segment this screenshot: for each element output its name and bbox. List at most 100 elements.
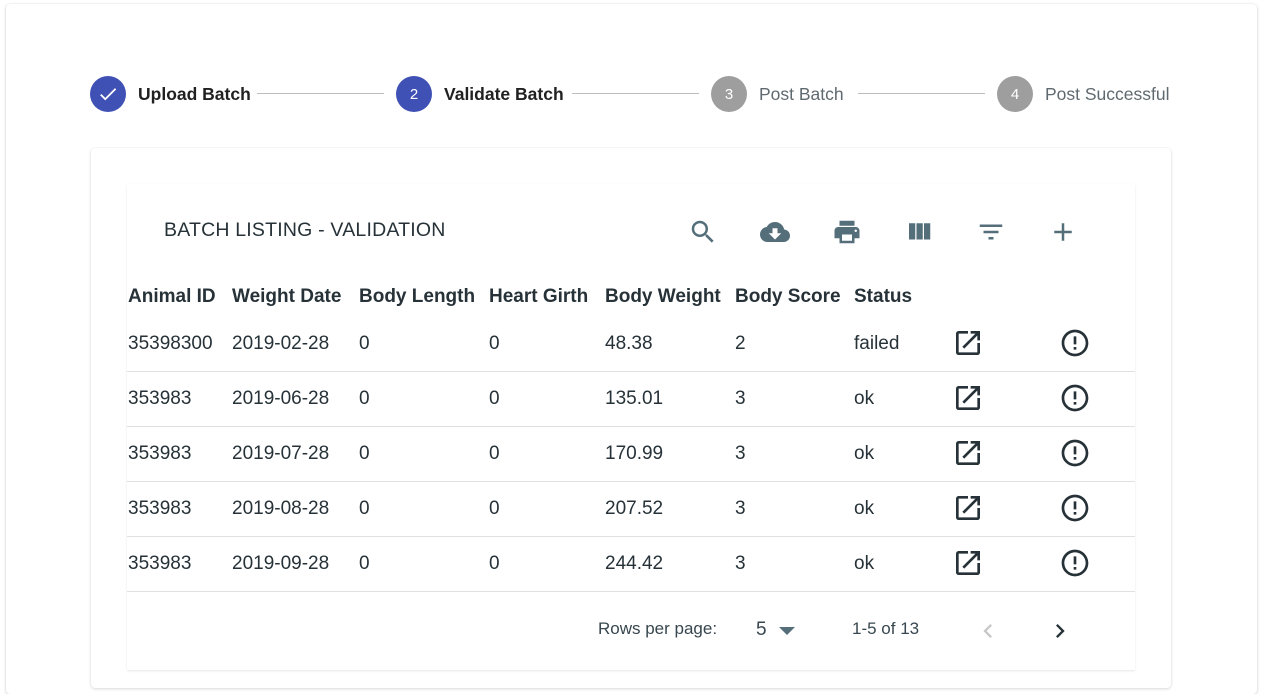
table-row[interactable]: 353983 2019-06-28 0 0 135.01 3 ok — [127, 371, 1135, 427]
cell-heart-girth: 0 — [489, 333, 500, 354]
rows-per-page-label: Rows per page: — [598, 619, 718, 638]
cell-weight-date: 2019-08-28 — [232, 498, 330, 519]
next-page-button[interactable] — [1045, 616, 1075, 646]
column-header-body-length[interactable]: Body Length — [359, 286, 475, 308]
print-button[interactable] — [827, 212, 867, 252]
cell-weight-date: 2019-02-28 — [232, 333, 330, 354]
open-in-new-icon — [956, 496, 980, 520]
add-button[interactable] — [1043, 212, 1083, 252]
step-number: 2 — [396, 76, 432, 112]
table-row[interactable]: 353983 2019-08-28 0 0 207.52 3 ok — [127, 481, 1135, 537]
error-outline-icon — [1061, 329, 1089, 357]
cell-animal-id: 353983 — [128, 388, 192, 409]
column-header-animal-id[interactable]: Animal ID — [128, 286, 216, 308]
arrow-drop-down-icon — [778, 627, 795, 635]
step-number: 3 — [711, 76, 747, 112]
column-header-status[interactable]: Status — [854, 286, 912, 308]
table-row[interactable]: 353983 2019-07-28 0 0 170.99 3 ok — [127, 426, 1135, 482]
filter-button[interactable] — [971, 212, 1011, 252]
row-error-button[interactable] — [1059, 437, 1091, 469]
cloud-download-icon — [760, 222, 790, 242]
cell-body-weight: 244.42 — [605, 553, 664, 574]
row-error-button[interactable] — [1059, 327, 1091, 359]
column-header-heart-girth[interactable]: Heart Girth — [489, 286, 588, 308]
step-upload-batch[interactable]: Upload Batch — [90, 76, 251, 112]
open-row-button[interactable] — [952, 547, 984, 579]
chevron-left-icon — [983, 624, 992, 638]
cell-animal-id: 353983 — [128, 553, 192, 574]
row-error-button[interactable] — [1059, 547, 1091, 579]
search-icon — [691, 220, 714, 243]
filter-list-icon — [979, 224, 1003, 240]
rows-per-page-select[interactable]: 5 — [756, 616, 795, 644]
error-outline-icon — [1061, 439, 1089, 467]
open-in-new-icon — [956, 551, 980, 575]
step-validate-batch[interactable]: 2 Validate Batch — [396, 76, 564, 112]
view-columns-button[interactable] — [899, 212, 939, 252]
row-error-button[interactable] — [1059, 382, 1091, 414]
table-row[interactable]: 35398300 2019-02-28 0 0 48.38 2 failed — [127, 316, 1135, 372]
step-connector — [858, 93, 985, 94]
view-column-icon — [909, 223, 931, 240]
cell-body-score: 2 — [735, 333, 746, 354]
open-row-button[interactable] — [952, 382, 984, 414]
search-button[interactable] — [683, 212, 723, 252]
step-label: Post Successful — [1045, 83, 1170, 104]
step-connector — [572, 93, 699, 94]
cell-body-weight: 170.99 — [605, 443, 664, 464]
download-button[interactable] — [755, 212, 795, 252]
table-title: BATCH LISTING - VALIDATION — [164, 219, 446, 241]
open-in-new-icon — [956, 386, 980, 410]
cell-body-weight: 207.52 — [605, 498, 664, 519]
cell-body-length: 0 — [359, 443, 370, 464]
cell-status: ok — [854, 443, 875, 464]
open-row-button[interactable] — [952, 437, 984, 469]
cell-weight-date: 2019-06-28 — [232, 388, 330, 409]
step-post-successful[interactable]: 4 Post Successful — [997, 76, 1170, 112]
cell-status: ok — [854, 388, 875, 409]
row-error-button[interactable] — [1059, 492, 1091, 524]
open-in-new-icon — [956, 331, 980, 355]
step-connector — [257, 93, 384, 94]
pagination-range: 1-5 of 13 — [852, 619, 920, 638]
cell-body-weight: 135.01 — [605, 388, 664, 409]
step-label: Post Batch — [759, 83, 844, 104]
cell-status: ok — [854, 553, 875, 574]
cell-body-length: 0 — [359, 388, 370, 409]
column-header-body-score[interactable]: Body Score — [735, 286, 841, 308]
open-row-button[interactable] — [952, 492, 984, 524]
add-icon — [1054, 223, 1072, 241]
cell-heart-girth: 0 — [489, 498, 500, 519]
step-number: 4 — [997, 76, 1033, 112]
cell-body-score: 3 — [735, 553, 746, 574]
step-post-batch[interactable]: 3 Post Batch — [711, 76, 844, 112]
error-outline-icon — [1061, 384, 1089, 412]
step-label: Validate Batch — [444, 83, 564, 104]
cell-body-score: 3 — [735, 443, 746, 464]
cell-heart-girth: 0 — [489, 443, 500, 464]
open-row-button[interactable] — [952, 327, 984, 359]
table-row[interactable]: 353983 2019-09-28 0 0 244.42 3 ok — [127, 536, 1135, 592]
cell-status: failed — [854, 333, 900, 354]
print-icon — [834, 220, 860, 244]
step-label: Upload Batch — [138, 83, 251, 104]
chevron-right-icon — [1056, 624, 1065, 638]
cell-body-length: 0 — [359, 553, 370, 574]
cell-body-weight: 48.38 — [605, 333, 653, 354]
error-outline-icon — [1061, 494, 1089, 522]
cell-weight-date: 2019-09-28 — [232, 553, 330, 574]
cell-animal-id: 353983 — [128, 498, 192, 519]
error-outline-icon — [1061, 549, 1089, 577]
column-header-weight-date[interactable]: Weight Date — [232, 286, 341, 308]
column-header-body-weight[interactable]: Body Weight — [605, 286, 721, 308]
cell-body-length: 0 — [359, 333, 370, 354]
cell-heart-girth: 0 — [489, 388, 500, 409]
cell-status: ok — [854, 498, 875, 519]
step-check-icon — [90, 76, 126, 112]
previous-page-button[interactable] — [973, 616, 1003, 646]
cell-animal-id: 35398300 — [128, 333, 213, 354]
open-in-new-icon — [956, 441, 980, 465]
rows-per-page-value: 5 — [756, 619, 767, 640]
cell-animal-id: 353983 — [128, 443, 192, 464]
cell-weight-date: 2019-07-28 — [232, 443, 330, 464]
